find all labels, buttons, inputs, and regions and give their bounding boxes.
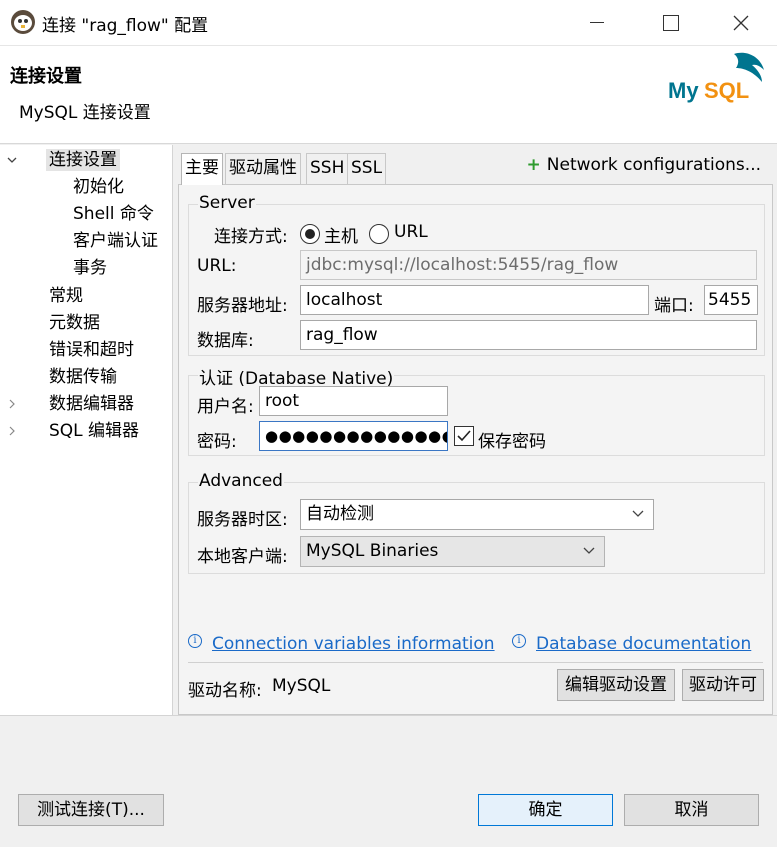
chevron-right-icon[interactable]: [6, 398, 18, 410]
test-connection-button[interactable]: 测试连接(T)...: [18, 794, 164, 826]
checkmark-icon: [457, 430, 471, 442]
nav-item-connection-settings[interactable]: 连接设置: [46, 149, 120, 171]
tab-main[interactable]: 主要: [181, 153, 223, 185]
driver-name-value: MySQL: [272, 676, 331, 696]
mysql-logo-sql: SQL: [704, 78, 749, 103]
maximize-button[interactable]: [649, 6, 693, 40]
ok-button[interactable]: 确定: [478, 794, 613, 826]
window-title: 连接 "rag_flow" 配置: [42, 16, 209, 36]
url-field[interactable]: jdbc:mysql://localhost:5455/rag_flow: [300, 250, 757, 280]
timezone-select[interactable]: 自动检测: [300, 499, 654, 530]
radio-host[interactable]: [300, 224, 320, 244]
driver-name-label: 驱动名称:: [188, 681, 262, 701]
username-label: 用户名:: [197, 397, 254, 417]
local-client-label: 本地客户端:: [197, 547, 288, 567]
nav-item-sql-editor[interactable]: SQL 编辑器: [49, 420, 139, 442]
mysql-logo-my: My: [668, 78, 699, 103]
info-icon: i: [188, 634, 202, 648]
edit-driver-button[interactable]: 编辑驱动设置: [557, 669, 675, 701]
password-label: 密码:: [197, 432, 237, 452]
timezone-label: 服务器时区:: [197, 510, 288, 530]
username-field[interactable]: root: [259, 386, 448, 416]
dbeaver-icon: [11, 10, 35, 34]
page-subtitle: MySQL 连接设置: [19, 103, 151, 123]
database-docs-link[interactable]: Database documentation: [536, 634, 751, 654]
close-button[interactable]: [719, 6, 763, 40]
advanced-group: Advanced 服务器时区: 自动检测 本地客户端: MySQL Binari…: [188, 471, 765, 574]
nav-item-initialization[interactable]: 初始化: [73, 176, 124, 198]
port-label: 端口:: [654, 296, 694, 316]
chevron-right-icon[interactable]: [6, 425, 18, 437]
info-icon: i: [512, 634, 526, 648]
timezone-value: 自动检测: [306, 504, 374, 524]
dialog-header: 连接设置 MySQL 连接设置 My SQL: [0, 46, 777, 144]
mysql-logo: My SQL: [668, 52, 764, 103]
tab-driver-properties[interactable]: 驱动属性: [225, 153, 301, 184]
host-label: 服务器地址:: [197, 296, 288, 316]
port-field[interactable]: 5455: [704, 285, 758, 315]
local-client-value: MySQL Binaries: [306, 541, 439, 561]
radio-host-label[interactable]: 主机: [324, 222, 358, 247]
tab-ssh[interactable]: SSH: [306, 153, 349, 184]
settings-nav-tree: 连接设置 初始化 Shell 命令 客户端认证 事务 常规 元数据 错误和超时 …: [0, 145, 173, 715]
auth-group: 认证 (Database Native) 用户名: root 密码: ●●●●●…: [188, 364, 765, 456]
nav-item-data-editor[interactable]: 数据编辑器: [49, 393, 134, 415]
nav-item-errors-timeouts[interactable]: 错误和超时: [49, 339, 134, 361]
chevron-down-icon: [583, 547, 595, 554]
connect-by-label: 连接方式:: [214, 227, 288, 247]
title-bar: 连接 "rag_flow" 配置: [0, 0, 777, 46]
dialog-footer: 测试连接(T)... 确定 取消: [0, 715, 777, 847]
nav-item-shell-commands[interactable]: Shell 命令: [73, 203, 154, 225]
cancel-button[interactable]: 取消: [624, 794, 759, 826]
password-field[interactable]: ●●●●●●●●●●●●●●●: [259, 421, 448, 451]
chevron-down-icon[interactable]: [6, 154, 18, 166]
radio-url[interactable]: [369, 224, 389, 244]
server-group-title: Server: [198, 193, 256, 213]
nav-item-data-transfer[interactable]: 数据传输: [49, 366, 117, 388]
network-configurations-button[interactable]: + Network configurations...: [527, 155, 761, 175]
plus-icon: +: [526, 155, 541, 175]
minimize-button[interactable]: [575, 6, 619, 40]
database-label: 数据库:: [197, 331, 254, 351]
radio-url-label[interactable]: URL: [394, 222, 428, 242]
connection-variables-link[interactable]: Connection variables information: [212, 634, 495, 654]
nav-item-client-auth[interactable]: 客户端认证: [73, 230, 158, 252]
nav-item-metadata[interactable]: 元数据: [49, 312, 100, 334]
nav-item-general[interactable]: 常规: [49, 285, 83, 307]
database-field[interactable]: rag_flow: [300, 320, 757, 350]
chevron-down-icon: [632, 510, 644, 517]
page-title: 连接设置: [10, 66, 82, 87]
divider: [188, 662, 763, 663]
server-group: Server 连接方式: 主机 URL URL: jdbc:mysql://lo…: [188, 193, 765, 356]
nav-item-transactions[interactable]: 事务: [73, 257, 107, 279]
main-tab-panel: Server 连接方式: 主机 URL URL: jdbc:mysql://lo…: [178, 184, 773, 715]
save-password-label[interactable]: 保存密码: [478, 427, 546, 452]
settings-content: 主要 驱动属性 SSH SSL + Network configurations.…: [176, 145, 773, 715]
network-configurations-label: Network configurations...: [546, 155, 761, 175]
driver-license-button[interactable]: 驱动许可: [682, 669, 764, 701]
url-label: URL:: [197, 256, 237, 276]
host-field[interactable]: localhost: [300, 285, 649, 315]
tab-ssl[interactable]: SSL: [347, 153, 387, 184]
save-password-checkbox[interactable]: [454, 426, 474, 446]
advanced-group-title: Advanced: [198, 471, 284, 491]
local-client-select[interactable]: MySQL Binaries: [300, 536, 605, 567]
